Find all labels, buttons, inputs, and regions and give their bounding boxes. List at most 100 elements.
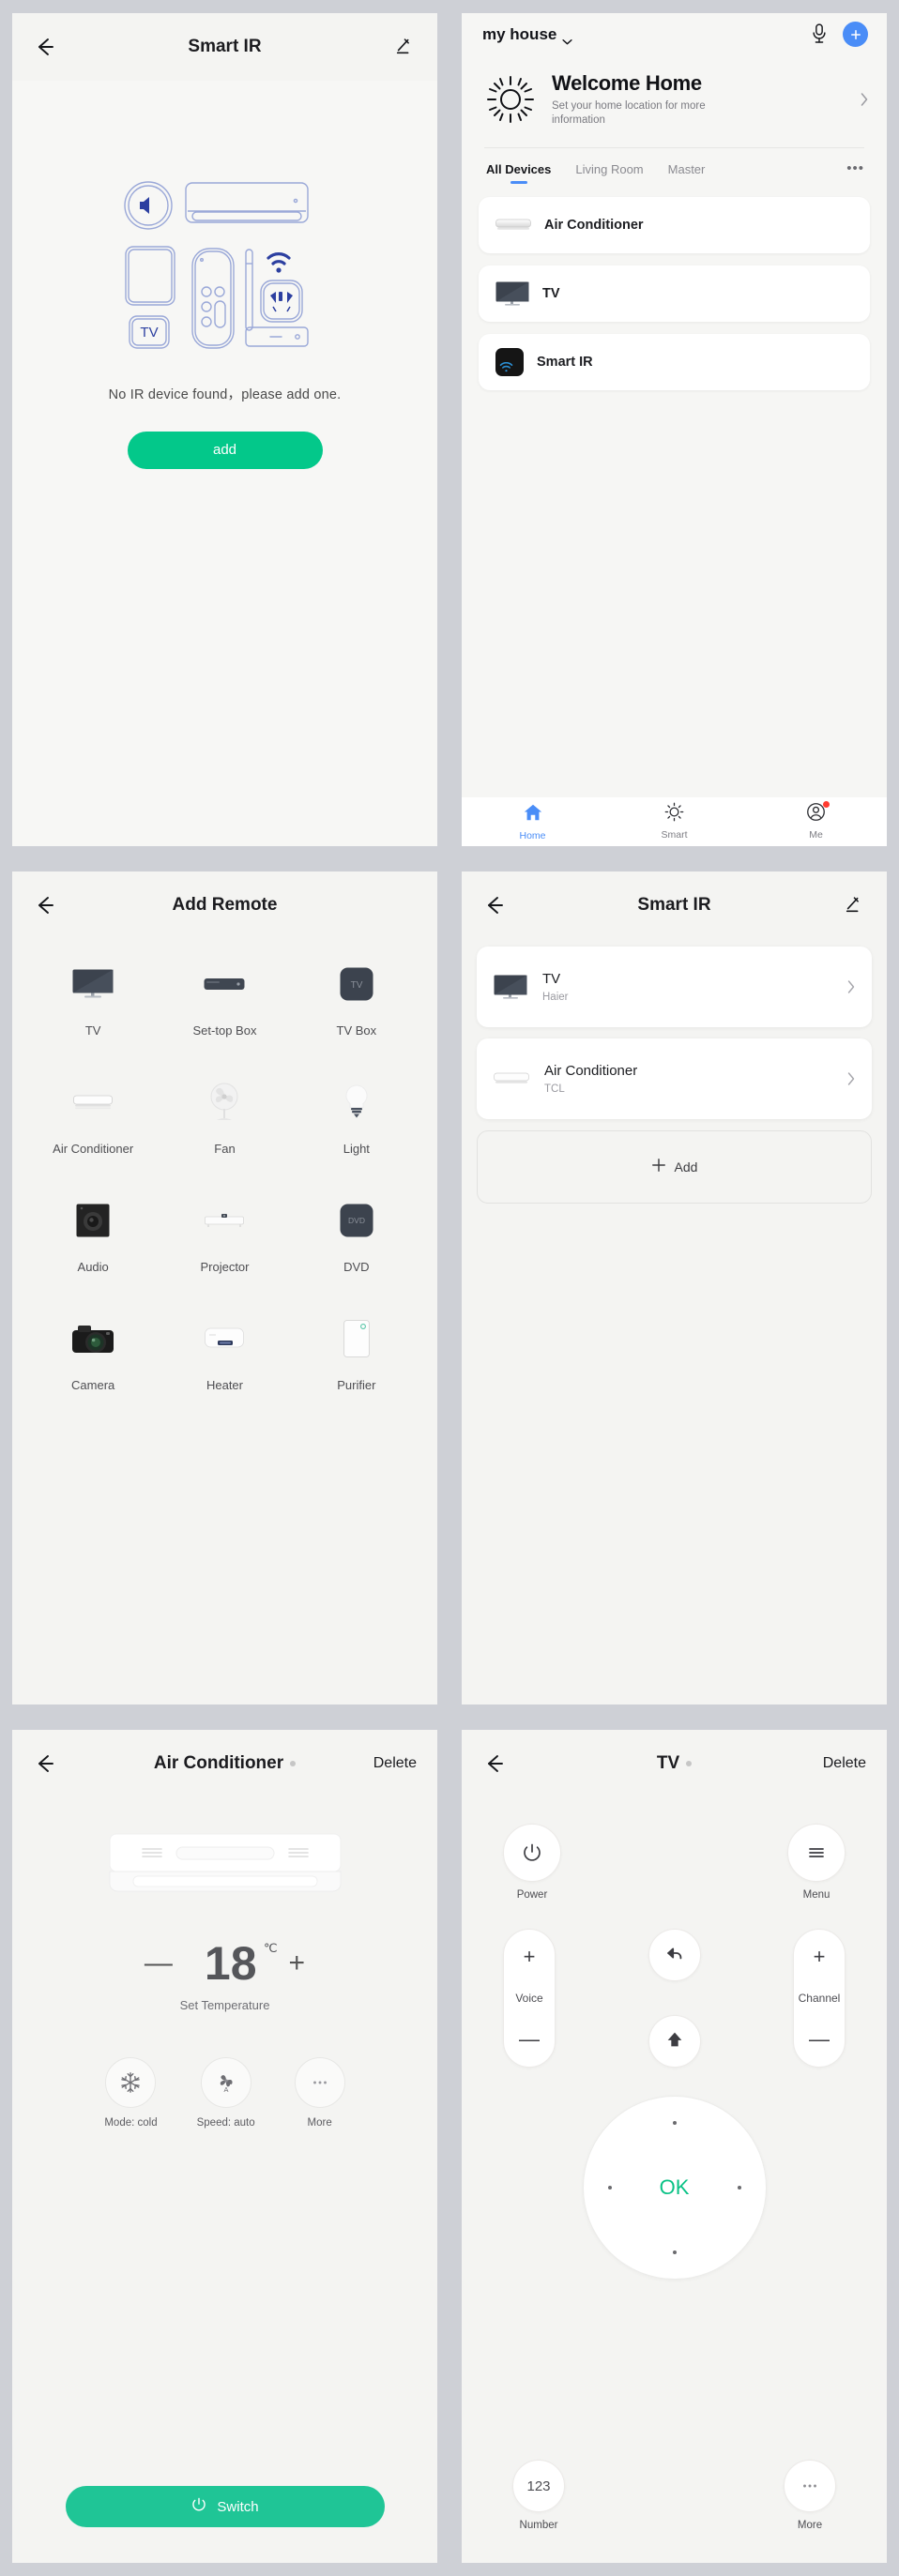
remote-type-fan[interactable]: Fan xyxy=(159,1078,290,1183)
panel-smart-ir-empty-cell: Smart IR TV No IR device found，please ad… xyxy=(0,0,450,858)
tab-home[interactable]: Home xyxy=(462,802,603,841)
channel-control[interactable]: + Channel — xyxy=(793,1929,846,2068)
number-button[interactable]: 123 Number xyxy=(512,2460,565,2531)
temperature-value: 18 ℃ xyxy=(205,1940,278,1987)
channel-up-button[interactable]: + xyxy=(814,1947,826,1967)
home-header: my house xyxy=(462,13,887,56)
status-dot xyxy=(686,1761,693,1766)
tv-remote-body: Power Menu + Voice — + Channel — OK 123 … xyxy=(462,1797,887,2563)
switch-label: Switch xyxy=(217,2498,259,2515)
panel-home-cell: my house Welcome Home Set your home loca… xyxy=(450,0,899,858)
remote-item-air-conditioner[interactable]: Air Conditioner TCL xyxy=(477,1038,872,1119)
remote-type-grid: TV Set-top Box TV TV Box Air Conditioner xyxy=(12,939,437,1419)
house-name-label: my house xyxy=(482,24,557,43)
delete-button[interactable]: Delete xyxy=(823,1755,866,1772)
tab-all-devices[interactable]: All Devices xyxy=(486,162,551,184)
delete-button[interactable]: Delete xyxy=(373,1755,417,1772)
house-selector[interactable]: my house xyxy=(482,24,572,45)
projector-icon xyxy=(205,1196,245,1245)
home-button[interactable] xyxy=(648,2015,701,2068)
reply-arrow-icon xyxy=(664,1943,685,1968)
microphone-icon[interactable] xyxy=(811,23,829,46)
plus-icon xyxy=(651,1158,666,1175)
page-title-text: TV xyxy=(656,1753,680,1773)
more-button[interactable]: More xyxy=(784,2460,836,2531)
back-arrow-icon[interactable] xyxy=(482,1751,507,1776)
tab-master[interactable]: Master xyxy=(668,162,706,184)
power-button[interactable]: Power xyxy=(503,1824,561,1901)
dpad-down-dot[interactable] xyxy=(672,2250,677,2254)
ac-mode-button[interactable]: Mode: cold xyxy=(104,2057,158,2129)
device-card-air-conditioner[interactable]: Air Conditioner xyxy=(479,196,870,253)
remote-item-tv[interactable]: TV Haier xyxy=(477,946,872,1027)
remote-type-light[interactable]: Light xyxy=(291,1078,422,1183)
ac-speed-button[interactable]: A Speed: auto xyxy=(197,2057,255,2129)
remote-type-label: Projector xyxy=(200,1259,250,1274)
add-device-button[interactable] xyxy=(843,22,868,47)
sun-icon xyxy=(664,802,684,826)
svg-text:A: A xyxy=(223,2085,228,2094)
voice-control[interactable]: + Voice — xyxy=(503,1929,556,2068)
remote-type-heater[interactable]: Heater xyxy=(159,1314,290,1419)
back-arrow-icon[interactable] xyxy=(33,1751,57,1776)
page-title-text: Smart IR xyxy=(188,36,262,56)
voice-down-button[interactable]: — xyxy=(519,2029,540,2050)
remote-type-audio[interactable]: Audio xyxy=(27,1196,159,1301)
device-card-tv[interactable]: TV xyxy=(479,265,870,322)
tv-icon xyxy=(495,281,529,306)
up-arrow-icon xyxy=(664,2029,685,2054)
welcome-banner[interactable]: Welcome Home Set your home location for … xyxy=(462,56,887,147)
tabs-more-button[interactable]: ••• xyxy=(846,160,864,184)
back-arrow-icon[interactable] xyxy=(33,893,57,917)
tab-living-room[interactable]: Living Room xyxy=(575,162,643,184)
switch-button[interactable]: Switch xyxy=(65,2486,385,2527)
back-arrow-icon[interactable] xyxy=(33,35,57,59)
ac-more-button[interactable]: More xyxy=(294,2057,345,2129)
chevron-right-icon[interactable] xyxy=(861,93,868,106)
number-label: Number xyxy=(519,2520,558,2531)
temperature-stepper: — 18 ℃ + xyxy=(145,1940,305,1987)
remote-type-camera[interactable]: Camera xyxy=(27,1314,159,1419)
power-icon xyxy=(190,2496,207,2517)
remote-type-dvd[interactable]: DVD DVD xyxy=(291,1196,422,1301)
channel-down-button[interactable]: — xyxy=(809,2029,830,2050)
remote-type-air-conditioner[interactable]: Air Conditioner xyxy=(27,1078,159,1183)
ac-mode-label: Mode: cold xyxy=(104,2117,158,2129)
ok-button[interactable]: OK xyxy=(584,2175,766,2200)
ellipsis-icon xyxy=(784,2460,836,2512)
remote-type-set-top-box[interactable]: Set-top Box xyxy=(159,960,290,1065)
purifier-icon xyxy=(343,1314,370,1363)
navbar: TV Delete xyxy=(462,1730,887,1797)
menu-button[interactable]: Menu xyxy=(787,1824,846,1901)
remote-type-projector[interactable]: Projector xyxy=(159,1196,290,1301)
temperature-decrease-button[interactable]: — xyxy=(145,1949,173,1977)
remote-type-label: TV Box xyxy=(336,1023,377,1038)
add-remote-button[interactable]: Add xyxy=(477,1129,872,1204)
tab-me[interactable]: Me xyxy=(745,801,887,841)
remote-type-label: TV xyxy=(84,1023,101,1038)
dpad[interactable]: OK xyxy=(582,2096,767,2280)
back-arrow-icon[interactable] xyxy=(482,893,507,917)
remote-type-tv[interactable]: TV xyxy=(27,960,159,1065)
light-bulb-icon xyxy=(343,1078,370,1127)
svg-text:TV: TV xyxy=(140,325,158,341)
remote-type-label: DVD xyxy=(343,1259,370,1274)
add-button[interactable]: add xyxy=(127,431,323,469)
ellipsis-icon xyxy=(294,2057,345,2108)
page-title-text: Air Conditioner xyxy=(153,1753,284,1773)
voice-label: Voice xyxy=(515,1992,543,2005)
panel-smart-ir-empty: Smart IR TV No IR device found，please ad… xyxy=(12,12,437,846)
temperature-caption: Set Temperature xyxy=(179,1998,270,2012)
back-button[interactable] xyxy=(648,1929,701,1981)
tab-smart[interactable]: Smart xyxy=(603,802,745,841)
temperature-increase-button[interactable]: + xyxy=(289,1949,306,1977)
dpad-up-dot[interactable] xyxy=(672,2121,677,2125)
remote-item-text: Air Conditioner TCL xyxy=(544,1063,832,1095)
voice-up-button[interactable]: + xyxy=(524,1947,536,1967)
remote-type-purifier[interactable]: Purifier xyxy=(291,1314,422,1419)
panel-smart-ir-list: Smart IR TV Haier Air Conditioner TCL Ad… xyxy=(462,871,887,1705)
device-card-smart-ir[interactable]: Smart IR xyxy=(479,333,870,390)
pencil-icon[interactable] xyxy=(844,894,866,917)
remote-type-tv-box[interactable]: TV TV Box xyxy=(291,960,422,1065)
pencil-icon[interactable] xyxy=(394,36,417,58)
